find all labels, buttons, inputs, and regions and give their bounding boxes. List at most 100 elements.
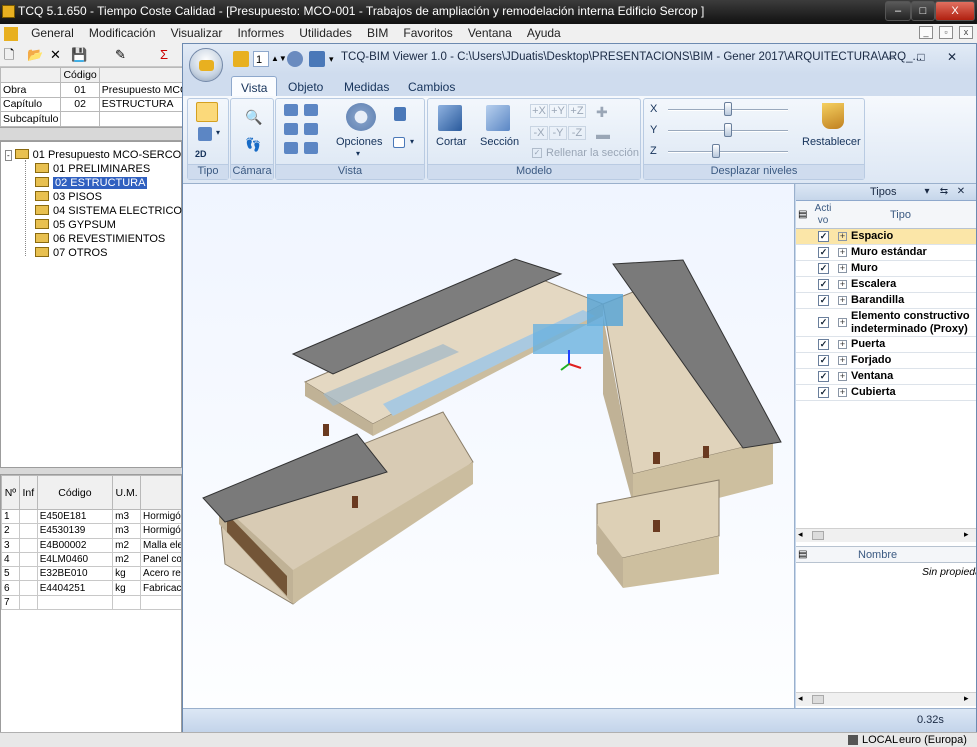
view-front-icon[interactable] <box>304 104 318 116</box>
row-um[interactable]: m2 <box>112 551 142 568</box>
row-desc[interactable]: Fabricación <box>140 580 181 596</box>
save-icon[interactable]: 💾 <box>71 47 87 62</box>
table-row[interactable]: 4 E4LM0460m2Panel con <box>1 551 181 568</box>
table-row[interactable]: 7 <box>1 594 181 611</box>
tree-item-preliminares[interactable]: 01 PRELIMINARES <box>35 162 150 176</box>
row-code[interactable]: E450E181 <box>36 508 114 525</box>
expand-icon[interactable]: + <box>838 264 847 273</box>
tree-item-gypsum[interactable]: 05 GYPSUM <box>35 218 116 232</box>
menu-favoritos[interactable]: Favoritos <box>397 24 458 40</box>
tab-vista[interactable]: Vista <box>231 76 278 96</box>
scroll-left-icon[interactable]: ◂ <box>798 529 803 540</box>
capitulo-desc[interactable]: ESTRUCTURA <box>98 96 192 113</box>
menu-utilidades[interactable]: Utilidades <box>293 24 358 40</box>
row-desc[interactable]: Hormigón <box>140 523 181 539</box>
book-icon[interactable] <box>393 137 405 148</box>
row-desc[interactable]: Hormigón <box>140 508 181 525</box>
expand-icon[interactable]: + <box>838 280 847 289</box>
view-top-icon[interactable] <box>284 104 298 116</box>
application-menu-button[interactable] <box>189 48 223 82</box>
obra-code[interactable]: 01 <box>60 81 100 98</box>
rellenar-checkbox[interactable]: ✓ <box>532 148 542 158</box>
expand-icon[interactable]: + <box>838 372 847 381</box>
target-icon[interactable] <box>287 51 303 67</box>
remove-plane-icon[interactable]: ▬ <box>596 126 610 142</box>
menu-general[interactable]: General <box>25 24 80 40</box>
qat-dropdown-icon[interactable]: ▾ <box>329 51 334 67</box>
panel-close-icon[interactable]: ✕ <box>954 186 968 199</box>
bim-icon[interactable]: Σ <box>160 47 168 62</box>
type-active-checkbox[interactable]: ✓ <box>818 355 829 366</box>
type-row[interactable]: ✓ + Ventana <box>796 369 976 385</box>
close-button[interactable]: X <box>935 1 975 21</box>
restablecer-button[interactable]: Restablecer <box>802 136 861 148</box>
splitter[interactable] <box>0 127 182 141</box>
table-row[interactable]: 5 E32BE010 kg Acero re <box>1 566 181 582</box>
delete-icon[interactable]: ✕ <box>50 47 61 62</box>
slider-y-thumb[interactable] <box>724 123 732 137</box>
type-active-checkbox[interactable]: ✓ <box>818 339 829 350</box>
type-row[interactable]: ✓ + Muro <box>796 261 976 277</box>
row-desc[interactable]: Malla electrosoldada <box>140 537 181 553</box>
row-desc[interactable]: Panel con <box>140 551 181 568</box>
2d-button[interactable]: 2D <box>195 149 207 159</box>
menu-bim[interactable]: BIM <box>361 24 394 40</box>
expand-icon[interactable]: + <box>838 248 847 257</box>
row-code[interactable]: E4B00002 <box>36 537 114 553</box>
type-active-checkbox[interactable]: ✓ <box>818 263 829 274</box>
dropdown-icon[interactable]: ▾ <box>356 149 360 158</box>
seccion-button[interactable]: Sección <box>480 136 519 148</box>
qat-level-input[interactable]: 1 <box>253 51 269 67</box>
view-right-icon[interactable] <box>304 123 318 135</box>
tree-item-sistema-electrico[interactable]: 04 SISTEMA ELECTRICO <box>35 204 182 218</box>
building-model[interactable] <box>183 184 795 708</box>
col-tipo[interactable]: Tipo <box>890 209 911 221</box>
tree-item-estructura[interactable]: 02 ESTRUCTURA <box>35 176 148 190</box>
mdi-minimize-button[interactable]: _ <box>919 26 933 39</box>
scroll-thumb[interactable] <box>812 531 824 540</box>
type-active-checkbox[interactable]: ✓ <box>818 387 829 398</box>
link-icon[interactable]: ✎ <box>115 47 126 62</box>
mdi-close-button[interactable]: x <box>959 26 973 39</box>
tree-item-pisos[interactable]: 03 PISOS <box>35 190 102 204</box>
expand-icon[interactable]: + <box>838 356 847 365</box>
type-row[interactable]: ✓ + Puerta <box>796 337 976 353</box>
grid-options-icon[interactable]: ▤ <box>798 549 807 560</box>
section-icon[interactable] <box>486 105 510 131</box>
expand-icon[interactable]: + <box>838 232 847 241</box>
new-document-icon[interactable]: 🗋 <box>4 47 14 62</box>
obra-desc[interactable]: Presupuesto MCO <box>98 81 192 98</box>
col-activo[interactable]: Acti vo <box>813 203 833 227</box>
slider-x-thumb[interactable] <box>724 102 732 116</box>
mdi-restore-button[interactable]: ▫ <box>939 26 953 39</box>
type-row[interactable]: ✓ + Forjado <box>796 353 976 369</box>
add-plane-icon[interactable]: ✚ <box>596 104 608 121</box>
slider-z[interactable] <box>668 151 788 153</box>
scroll-right-icon[interactable]: ▸ <box>964 693 969 704</box>
menu-visualizar[interactable]: Visualizar <box>165 24 229 40</box>
type-row[interactable]: ✓ + Barandilla <box>796 293 976 309</box>
cut-icon[interactable] <box>438 105 462 131</box>
types-hscroll[interactable]: ◂ ▸ <box>796 528 976 542</box>
gear-icon[interactable] <box>346 103 376 131</box>
solid-view-icon[interactable] <box>196 102 218 122</box>
grid-options-icon[interactable]: ▤ <box>798 209 807 220</box>
slider-z-thumb[interactable] <box>712 144 720 158</box>
minus-x-button[interactable]: -X <box>530 126 548 140</box>
walk-icon[interactable]: 👣 <box>245 137 261 153</box>
type-active-checkbox[interactable]: ✓ <box>818 279 829 290</box>
minimize-button[interactable]: – <box>885 1 911 21</box>
menu-informes[interactable]: Informes <box>231 24 290 40</box>
zoom-icon[interactable]: 🔍 <box>245 109 262 126</box>
row-um[interactable]: m3 <box>112 523 142 539</box>
type-row[interactable]: ✓ + Muro estándar <box>796 245 976 261</box>
open-folder-icon[interactable]: 📂 <box>27 47 43 62</box>
minus-y-button[interactable]: -Y <box>549 126 567 140</box>
subcapitulo-code[interactable] <box>60 111 100 127</box>
type-row[interactable]: ✓ + Cubierta <box>796 385 976 401</box>
row-um[interactable] <box>112 594 142 611</box>
3d-view-icon[interactable] <box>309 51 325 67</box>
type-row[interactable]: ✓ + Elemento constructivo indeterminado (P… <box>796 309 976 337</box>
row-um[interactable]: kg <box>112 580 142 596</box>
layer-icon[interactable] <box>394 107 406 121</box>
